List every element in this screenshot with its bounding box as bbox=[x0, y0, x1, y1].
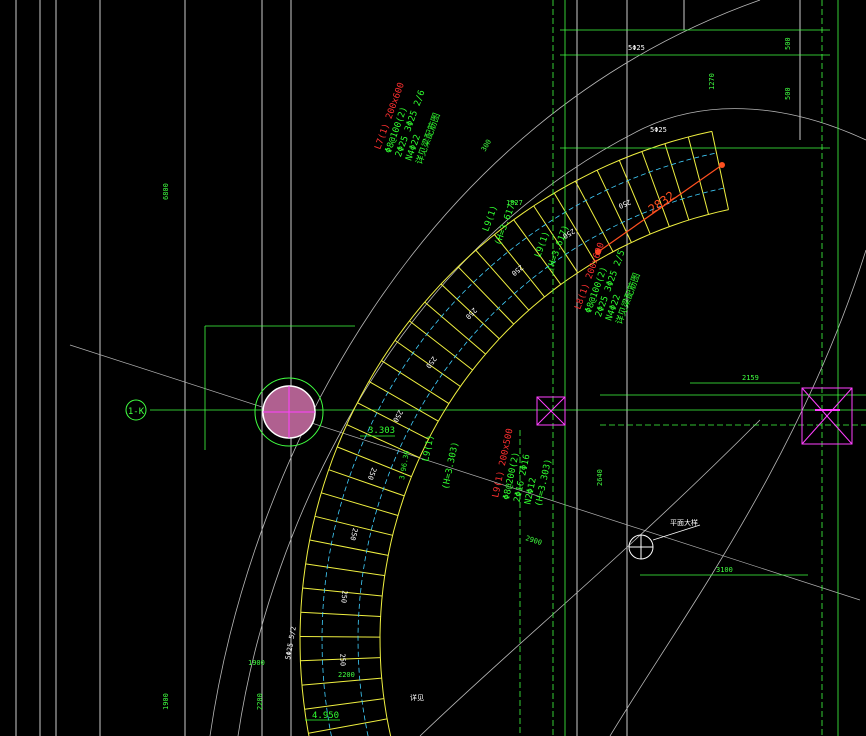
rebar-top: 5Φ25 bbox=[628, 44, 645, 52]
elevation-2: 4.950 bbox=[312, 711, 339, 721]
elevation-1: 3.303 bbox=[368, 426, 395, 436]
ramp-step-line bbox=[299, 636, 381, 638]
dim-1900b: 1900 bbox=[162, 693, 170, 710]
section-callout: 平面大样 bbox=[670, 518, 698, 527]
dim-500a: 500 bbox=[784, 37, 792, 50]
rebar-mid: 5Φ25 bbox=[650, 126, 667, 134]
dim-2159: 2159 bbox=[742, 374, 759, 382]
step-mark-label: 250 bbox=[339, 590, 348, 603]
dim-2200b: 2200 bbox=[256, 693, 264, 710]
dim-6800: 6800 bbox=[162, 183, 170, 200]
axis-label: 1-K bbox=[128, 407, 145, 417]
dim-500b: 500 bbox=[784, 87, 792, 100]
dim-2200: 2200 bbox=[338, 671, 355, 679]
dim-1270: 1270 bbox=[708, 73, 716, 90]
step-mark-label: 250 bbox=[338, 653, 346, 666]
cad-drawing-canvas: 1-K 平面大样 2832 2159 3100 2900 1900 2200 2… bbox=[0, 0, 866, 736]
callout-detail: 详见 bbox=[410, 693, 424, 702]
dim-2640: 2640 bbox=[596, 469, 604, 486]
column-round bbox=[254, 377, 324, 447]
drawing-background bbox=[0, 0, 866, 736]
dim-3100: 3100 bbox=[716, 566, 733, 574]
dim-1900: 1900 bbox=[248, 659, 265, 667]
